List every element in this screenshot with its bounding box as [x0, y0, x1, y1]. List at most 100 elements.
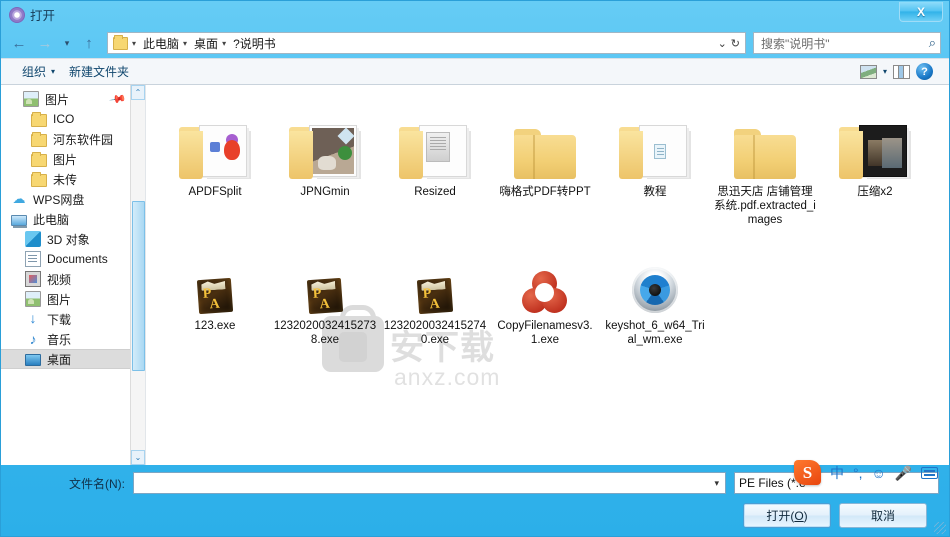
scrollbar-thumb[interactable]	[132, 201, 145, 371]
sidebar-item-0[interactable]: 图片 📌	[1, 89, 145, 109]
refresh-icon[interactable]: ↻	[731, 37, 740, 50]
ime-emoji-icon[interactable]: ☺	[872, 466, 886, 480]
documents-icon	[25, 251, 41, 267]
application-icon: PA	[306, 233, 344, 315]
sidebar-item-12[interactable]: ♪ 音乐	[1, 329, 145, 349]
chevron-right-icon[interactable]: ▾	[131, 39, 140, 48]
cloud-icon: ☁	[12, 191, 26, 206]
ime-microphone-icon[interactable]: 🎤	[895, 466, 912, 480]
open-file-dialog: 打开 X ← → ▾ ↑ ▾ 此电脑 ▾ 桌面 ▾ ?说明书 ⌄ ↻ 搜索"说明…	[0, 0, 950, 537]
filename-label: 文件名(N):	[69, 476, 125, 491]
cancel-button[interactable]: 取消	[839, 503, 927, 528]
search-placeholder: 搜索"说明书"	[761, 36, 830, 51]
sidebar-item-2[interactable]: 河东软件园	[1, 129, 145, 149]
organize-label: 组织	[22, 65, 47, 79]
file-name: keyshot_6_w64_Trial_wm.exe	[605, 320, 705, 346]
breadcrumb-item-2[interactable]: ?说明书	[230, 35, 279, 52]
sidebar-item-8[interactable]: Documents	[1, 249, 145, 269]
file-name: CopyFilenamesv3.1.exe	[497, 320, 593, 346]
chevron-right-icon[interactable]: ▾	[182, 39, 191, 48]
sidebar-item-3[interactable]: 图片	[1, 149, 145, 169]
sidebar-scrollbar[interactable]: ⌃ ⌄	[130, 85, 145, 465]
scroll-down-icon[interactable]: ⌄	[131, 450, 145, 465]
recent-locations-icon[interactable]: ▾	[59, 31, 75, 55]
ime-keyboard-icon[interactable]	[921, 466, 939, 479]
file-item[interactable]: Resized	[380, 95, 490, 229]
file-item[interactable]: 压缩x2	[820, 95, 930, 229]
sidebar-item-13[interactable]: 桌面	[1, 349, 145, 369]
sogou-logo-icon[interactable]: S	[794, 460, 821, 485]
sidebar-item-10[interactable]: 图片	[1, 289, 145, 309]
back-icon[interactable]: ←	[7, 31, 31, 55]
chevron-right-icon[interactable]: ▾	[221, 39, 230, 48]
folder-icon	[31, 131, 47, 147]
folder-icon	[179, 99, 251, 179]
organize-button[interactable]: 组织 ▾	[15, 60, 62, 83]
close-button[interactable]: X	[899, 2, 943, 22]
sidebar-item-label: 下载	[47, 312, 72, 327]
application-icon	[522, 233, 568, 313]
file-list-pane[interactable]: 安下载 anxz.com APDFSplit JPNGmin Resized 嗨格式P…	[146, 85, 949, 465]
sidebar-item-label: 3D 对象	[47, 232, 90, 247]
navigation-list: 图片 📌 ICO 河东软件园 图片 未传 ☁ WPS网盘 此电脑 3D 对象 Documents 视频…	[1, 89, 145, 369]
filename-input[interactable]: ▾	[133, 472, 726, 494]
new-folder-button[interactable]: 新建文件夹	[62, 60, 136, 83]
folder-icon	[31, 171, 47, 187]
view-icon[interactable]	[859, 64, 877, 79]
sidebar-item-9[interactable]: 视频	[1, 269, 145, 289]
chevron-down-icon: ▾	[51, 67, 56, 76]
file-grid: APDFSplit JPNGmin Resized 嗨格式PDF转PPT 教程 思迅天店 …	[146, 85, 949, 349]
chevron-down-icon[interactable]: ▾	[714, 478, 723, 489]
search-icon[interactable]: ⌕	[929, 35, 936, 51]
file-item[interactable]: P A 12320200324152740.exe	[380, 229, 490, 349]
sidebar-item-label: 图片	[47, 292, 72, 307]
file-name: 压缩x2	[857, 186, 893, 198]
breadcrumb-item-1[interactable]: 桌面	[191, 35, 221, 52]
ime-toolbar[interactable]: S 中 °, ☺ 🎤	[794, 460, 939, 485]
file-name: Resized	[414, 186, 456, 198]
folder-icon	[399, 99, 471, 179]
chevron-down-icon[interactable]: ▾	[883, 67, 887, 76]
sidebar-item-7[interactable]: 3D 对象	[1, 229, 145, 249]
sidebar-item-5[interactable]: ☁ WPS网盘	[1, 189, 145, 209]
resize-grip[interactable]	[934, 522, 946, 534]
ime-punctuation-icon[interactable]: °,	[853, 466, 863, 480]
file-item[interactable]: JPNGmin	[270, 95, 380, 229]
folder-icon	[514, 99, 576, 179]
open-suffix: )	[803, 508, 808, 523]
up-icon[interactable]: ↑	[77, 31, 101, 55]
forward-icon[interactable]: →	[33, 31, 57, 55]
file-item[interactable]: P A 12320200324152738.exe	[270, 229, 380, 349]
history-dropdown-icon[interactable]: ⌄	[718, 37, 727, 50]
picture-icon	[25, 291, 41, 307]
file-name: 12320200324152738.exe	[273, 320, 377, 346]
sidebar-item-4[interactable]: 未传	[1, 169, 145, 189]
file-item[interactable]: keyshot_6_w64_Trial_wm.exe	[600, 229, 710, 349]
address-bar[interactable]: ▾ 此电脑 ▾ 桌面 ▾ ?说明书 ⌄ ↻	[107, 32, 746, 54]
breadcrumb-item-0[interactable]: 此电脑	[140, 35, 182, 52]
file-item[interactable]: APDFSplit	[160, 95, 270, 229]
scroll-up-icon[interactable]: ⌃	[131, 85, 145, 100]
file-item[interactable]: 嗨格式PDF转PPT	[490, 95, 600, 229]
sidebar-item-label: ICO	[53, 112, 75, 126]
search-input[interactable]: 搜索"说明书" ⌕	[753, 32, 941, 54]
music-icon: ♪	[29, 331, 37, 347]
open-button[interactable]: 打开(O)	[743, 503, 831, 528]
file-item[interactable]: CopyFilenamesv3.1.exe	[490, 229, 600, 349]
ime-language-icon[interactable]: 中	[830, 466, 844, 480]
sidebar-item-11[interactable]: ↓ 下载	[1, 309, 145, 329]
file-item[interactable]: 思迅天店 店铺管理系统.pdf.extracted_images	[710, 95, 820, 229]
sidebar-item-label: WPS网盘	[33, 192, 85, 207]
sidebar-item-label: 音乐	[47, 332, 72, 347]
file-item[interactable]: P A 123.exe	[160, 229, 270, 349]
app-circle-icon	[9, 6, 25, 23]
sidebar-item-1[interactable]: ICO	[1, 109, 145, 129]
open-accelerator: O	[794, 508, 804, 523]
file-item[interactable]: 教程	[600, 95, 710, 229]
preview-pane-icon[interactable]	[893, 64, 910, 79]
pin-icon[interactable]: 📌	[109, 90, 128, 109]
folder-icon	[113, 34, 128, 50]
sidebar-item-6[interactable]: 此电脑	[1, 209, 145, 229]
sidebar-item-label: 视频	[47, 272, 72, 287]
help-icon[interactable]: ?	[916, 63, 933, 80]
